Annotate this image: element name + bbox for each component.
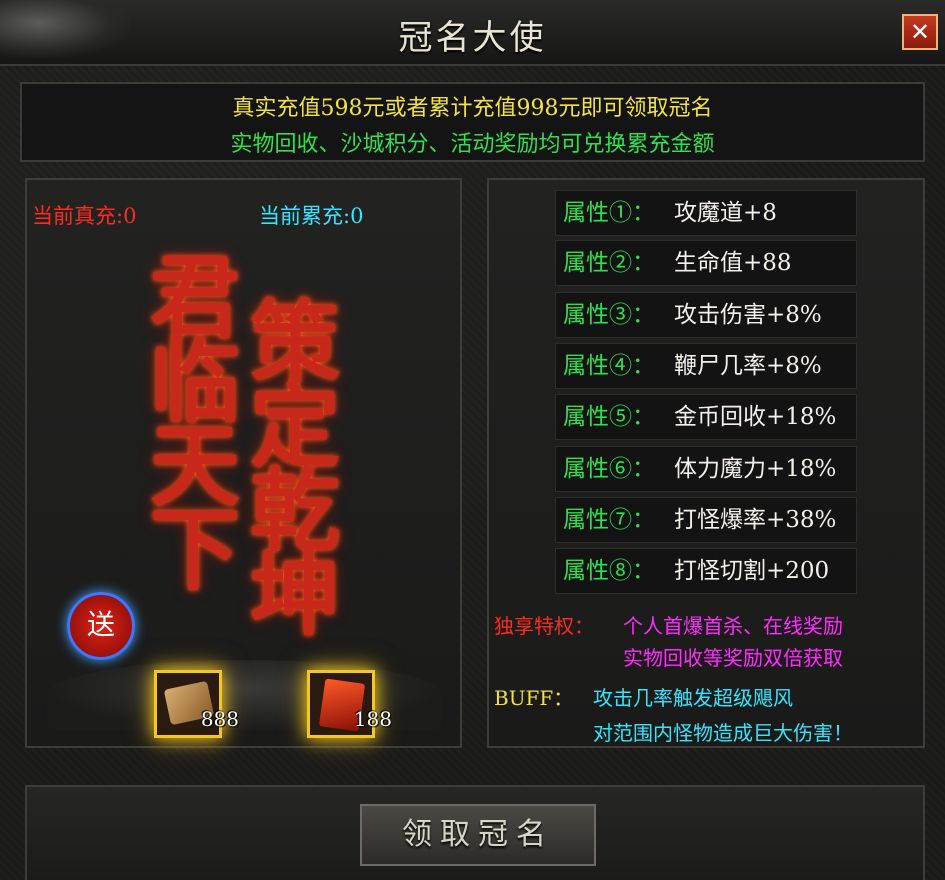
title-bar: 冠名大使 ✕ [0,0,945,66]
title-calligraphy-line-1: 君临天下 [134,250,240,586]
privilege-line-2: 实物回收等奖励双倍获取 [623,646,843,670]
attribute-label: 属性③： [563,302,655,328]
privilege-label: 独享特权： [494,614,594,638]
attribute-value: 攻击伤害+8% [674,302,822,328]
attribute-row: 属性②： 生命值+88 [555,240,857,286]
attribute-value: 攻魔道+8 [674,200,777,226]
attribute-label: 属性⑧： [563,558,655,584]
current-total-recharge: 当前累充:0 [259,204,364,228]
notice-line-1: 真实充值598元或者累计充值998元即可领取冠名 [232,96,713,121]
attribute-row: 属性⑦： 打怪爆率+38% [555,497,857,543]
buff-label: BUFF： [494,686,574,710]
item-count: 188 [353,707,392,731]
window-title: 冠名大使 [398,18,547,58]
title-preview-panel: 当前真充:0 当前累充:0 君临天下 策定乾坤 送 888 188 [25,178,462,748]
attributes-panel: 属性①： 攻魔道+8 属性②： 生命值+88 属性③： 攻击伤害+8% 属性④：… [487,178,925,748]
claim-title-button[interactable]: 领取冠名 [360,804,596,866]
attribute-row: 属性⑥： 体力魔力+18% [555,446,857,492]
attribute-row: 属性①： 攻魔道+8 [555,190,857,236]
attribute-row: 属性③： 攻击伤害+8% [555,292,857,338]
attribute-value: 生命值+88 [674,250,792,276]
attribute-value: 打怪爆率+38% [674,507,837,533]
attribute-label: 属性②： [563,250,655,276]
privilege-line-1: 个人首爆首杀、在线奖励 [623,614,843,638]
notice-line-2: 实物回收、沙城积分、活动奖励均可兑换累充金额 [230,132,715,157]
attribute-row: 属性④： 鞭尸几率+8% [555,343,857,389]
attribute-label: 属性①： [563,200,655,226]
buff-line-1: 攻击几率触发超级飓风 [593,686,793,710]
reward-item-red-book[interactable]: 188 [307,670,392,738]
current-real-recharge: 当前真充:0 [32,204,137,228]
gift-badge-icon: 送 [67,592,135,660]
reward-item-scroll[interactable]: 888 [154,670,239,738]
window-frame: 冠名大使 ✕ 真实充值598元或者累计充值998元即可领取冠名 实物回收、沙城积… [0,0,945,880]
buff-line-2: 对范围内怪物造成巨大伤害！ [593,721,853,745]
attribute-label: 属性④： [563,353,655,379]
attribute-row: 属性⑤： 金币回收+18% [555,394,857,440]
attribute-value: 打怪切割+200 [674,558,830,584]
attribute-value: 金币回收+18% [674,404,837,430]
attribute-value: 鞭尸几率+8% [674,353,822,379]
title-calligraphy-line-2: 策定乾坤 [234,295,340,631]
attribute-label: 属性⑥： [563,456,655,482]
attribute-label: 属性⑤： [563,404,655,430]
attribute-label: 属性⑦： [563,507,655,533]
attribute-row: 属性⑧： 打怪切割+200 [555,548,857,594]
attribute-value: 体力魔力+18% [674,456,837,482]
notice-box: 真实充值598元或者累计充值998元即可领取冠名 实物回收、沙城积分、活动奖励均… [20,82,925,162]
item-count: 888 [200,707,239,731]
close-button[interactable]: ✕ [902,14,938,50]
